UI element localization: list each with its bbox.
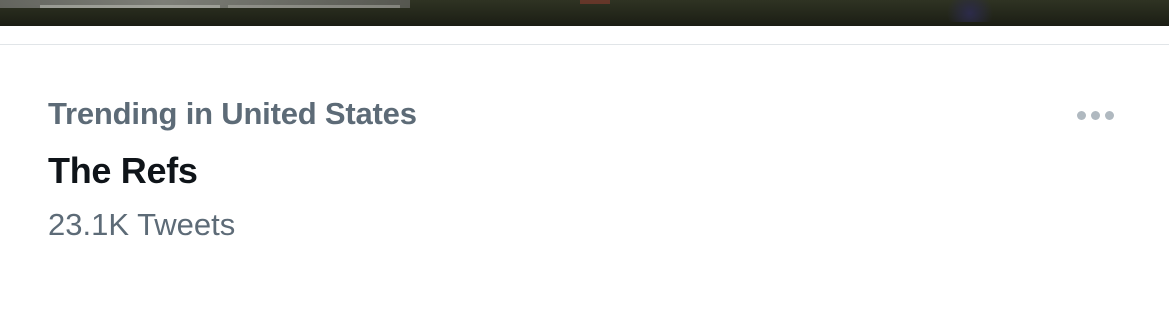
trend-context: Trending in United States — [48, 96, 417, 131]
page: Trending in United States The Refs 23.1K… — [0, 0, 1169, 317]
more-options-button[interactable] — [1066, 99, 1124, 131]
media-preview-strip[interactable] — [0, 0, 1169, 26]
trend-tweet-count: 23.1K Tweets — [48, 207, 236, 242]
more-horizontal-icon — [1076, 110, 1114, 120]
trend-title[interactable]: The Refs — [48, 150, 198, 192]
